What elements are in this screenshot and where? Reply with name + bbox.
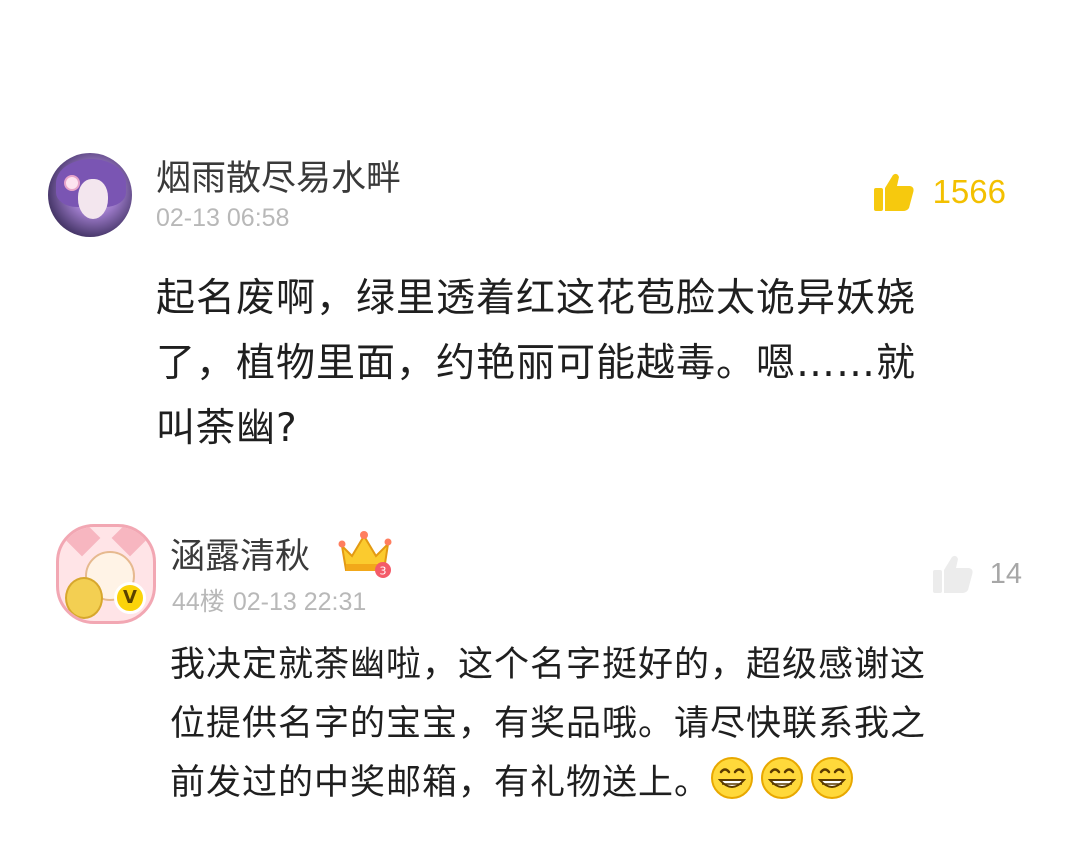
verified-badge: V xyxy=(114,582,146,614)
like-button[interactable]: 1566 xyxy=(873,172,1006,212)
comment-item: 烟雨散尽易水畔 02-13 06:58 1566 起名废啊，绿里透着红这花苞脸太… xyxy=(0,150,1080,470)
timestamp: 02-13 06:58 xyxy=(156,204,290,232)
like-count: 14 xyxy=(989,557,1022,590)
like-count: 1566 xyxy=(932,173,1006,210)
username[interactable]: 涵露清秋 xyxy=(170,528,310,579)
comment-meta: 44楼 02-13 22:31 xyxy=(172,582,366,618)
comment-timestamp: 02-13 06:58 xyxy=(156,204,289,233)
thumbs-up-icon xyxy=(873,172,915,212)
grin-emoji-icon xyxy=(710,756,754,800)
flower-icon xyxy=(64,175,80,191)
username[interactable]: 烟雨散尽易水畔 xyxy=(156,150,401,201)
grin-emoji-icon xyxy=(760,756,804,800)
like-button[interactable]: 14 xyxy=(932,554,1022,594)
grin-emoji-icon xyxy=(810,756,854,800)
user-avatar[interactable] xyxy=(48,153,132,237)
floor-number: 44楼 xyxy=(172,588,225,616)
timestamp: 02-13 22:31 xyxy=(232,588,367,616)
badge-level: 3 xyxy=(380,565,387,578)
crown-level-badge: 3 xyxy=(336,526,396,580)
comment-text: 我决定就荼幽啦，这个名字挺好的，超级感谢这 位提供名字的宝宝，有奖品哦。请尽快联… xyxy=(170,636,1030,813)
comment-text: 起名废啊，绿里透着红这花苞脸太诡异妖娆 了，植物里面，约艳丽可能越毒。嗯……就 … xyxy=(156,276,917,451)
comment-item: V 涵露清秋 3 44楼 02-13 22:31 14 我决定就荼幽啦，这个名字挺… xyxy=(0,520,1080,840)
thumbs-up-icon xyxy=(932,554,974,594)
